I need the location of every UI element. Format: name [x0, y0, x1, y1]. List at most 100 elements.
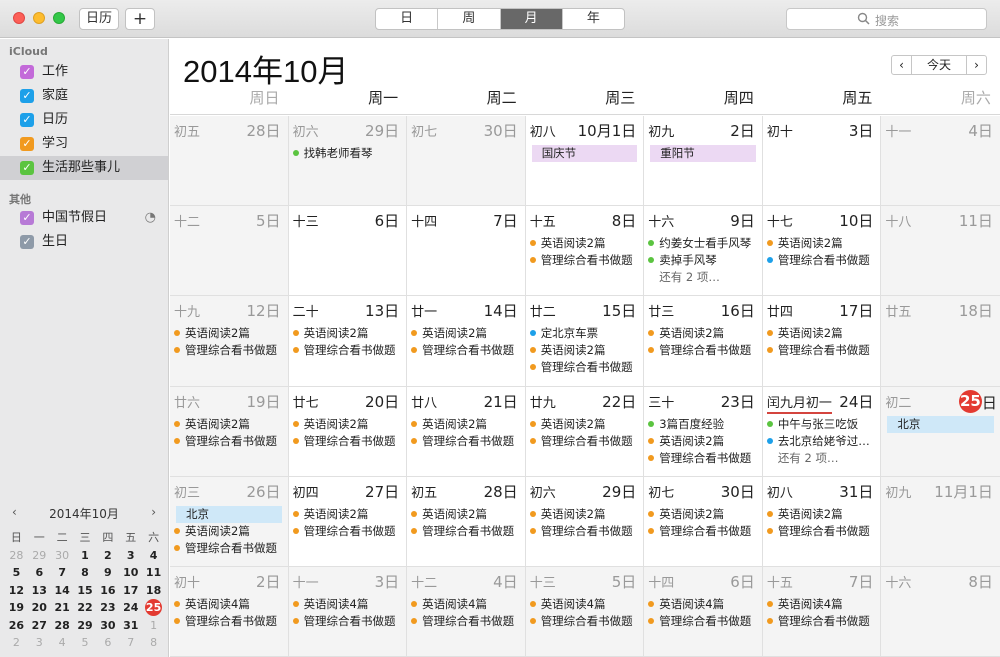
mini-day[interactable]: 5 [74, 634, 97, 652]
event-item[interactable]: 英语阅读4篇 [529, 596, 642, 613]
event-item[interactable]: 英语阅读2篇 [411, 506, 523, 523]
event-item[interactable]: 管理综合看书做题 [411, 523, 523, 540]
add-event-button[interactable]: + [125, 8, 155, 30]
event-item[interactable]: 英语阅读2篇 [292, 325, 405, 342]
event-item[interactable]: 管理综合看书做题 [292, 342, 405, 359]
day-cell[interactable]: 十八 11日 [881, 206, 1000, 296]
day-cell[interactable]: 廿八 21日 英语阅读2篇 管理综合看书做题 [407, 386, 526, 476]
calendar-checkbox[interactable]: ✓ [20, 113, 34, 127]
day-cell[interactable]: 闰九月初一 24日 中午与张三吃饭 去北京给姥爷过… 还有 2 项… [762, 386, 882, 476]
mini-day[interactable]: 11 [142, 564, 165, 582]
day-cell[interactable]: 初九 11月1日 [881, 476, 1000, 566]
event-item[interactable]: 英语阅读4篇 [292, 596, 405, 613]
mini-day[interactable]: 7 [51, 564, 74, 582]
day-cell[interactable]: 十三 6日 [288, 206, 408, 296]
day-cell[interactable]: 十九 12日 英语阅读2篇 管理综合看书做题 [170, 296, 289, 386]
day-cell[interactable]: 初八 10月1日 国庆节 [525, 116, 645, 206]
day-cell[interactable]: 十七 10日 英语阅读2篇 管理综合看书做题 [762, 206, 882, 296]
mini-day[interactable]: 20 [28, 599, 51, 617]
mini-day[interactable]: 15 [74, 582, 97, 600]
event-item[interactable]: 管理综合看书做题 [174, 433, 286, 450]
day-cell[interactable]: 初十 2日 英语阅读4篇 管理综合看书做题 [170, 566, 289, 657]
more-events-link[interactable]: 还有 2 项… [767, 450, 879, 467]
mini-day[interactable]: 4 [51, 634, 74, 652]
mini-day[interactable]: 28 [5, 547, 28, 565]
view-day-tab[interactable]: 日 [376, 9, 439, 29]
event-item[interactable]: 管理综合看书做题 [174, 540, 286, 557]
day-cell[interactable]: 初六 29日 英语阅读2篇 管理综合看书做题 [525, 476, 645, 566]
event-item[interactable]: 英语阅读2篇 [174, 416, 286, 433]
mini-day[interactable]: 18 [142, 582, 165, 600]
day-cell[interactable]: 十一 3日 英语阅读4篇 管理综合看书做题 [288, 566, 408, 657]
event-item[interactable]: 管理综合看书做题 [529, 252, 642, 269]
event-item[interactable]: 管理综合看书做题 [411, 613, 523, 630]
mini-day[interactable]: 23 [96, 599, 119, 617]
event-item[interactable]: 管理综合看书做题 [529, 613, 642, 630]
day-cell[interactable]: 初五 28日 [170, 116, 289, 206]
mini-day[interactable]: 21 [51, 599, 74, 617]
mini-day[interactable]: 8 [74, 564, 97, 582]
event-item[interactable]: 英语阅读2篇 [411, 325, 523, 342]
view-year-tab[interactable]: 年 [563, 9, 624, 29]
mini-day[interactable]: 6 [28, 564, 51, 582]
day-cell[interactable]: 十二 5日 [170, 206, 289, 296]
calendar-item[interactable]: ✓ 中国节假日 ◔ [0, 206, 168, 230]
maximize-window-button[interactable] [53, 12, 65, 24]
event-item[interactable]: 管理综合看书做题 [766, 252, 879, 269]
day-cell[interactable]: 廿九 22日 英语阅读2篇 管理综合看书做题 [525, 386, 645, 476]
all-day-event[interactable]: 北京 [176, 505, 282, 523]
mini-day[interactable]: 26 [5, 617, 28, 635]
event-item[interactable]: 英语阅读2篇 [174, 523, 286, 540]
event-item[interactable]: 定北京车票 [529, 325, 642, 342]
event-item[interactable]: 中午与张三吃饭 [766, 416, 879, 433]
event-item[interactable]: 英语阅读2篇 [766, 325, 879, 342]
event-item[interactable]: 管理综合看书做题 [766, 342, 879, 359]
day-cell[interactable]: 廿二 15日 定北京车票 英语阅读2篇 管理综合看书做题 [525, 296, 645, 386]
event-item[interactable]: 英语阅读2篇 [648, 506, 760, 523]
day-cell[interactable]: 初四 27日 英语阅读2篇 管理综合看书做题 [288, 476, 408, 566]
day-cell[interactable]: 十二 4日 英语阅读4篇 管理综合看书做题 [407, 566, 526, 657]
mini-day[interactable]: 1 [142, 617, 165, 635]
mini-day[interactable]: 24 [119, 599, 142, 617]
event-item[interactable]: 管理综合看书做题 [411, 433, 523, 450]
event-item[interactable]: 找韩老师看琴 [292, 145, 405, 162]
day-cell[interactable]: 廿一 14日 英语阅读2篇 管理综合看书做题 [407, 296, 526, 386]
mini-day[interactable]: 29 [28, 547, 51, 565]
mini-day-today[interactable]: 25 [142, 599, 165, 617]
all-day-event[interactable]: 国庆节 [531, 145, 638, 162]
day-cell[interactable]: 十六 9日 约姜女士看手风琴 卖掉手风琴 还有 2 项… [644, 206, 763, 296]
close-window-button[interactable] [13, 12, 25, 24]
day-cell[interactable]: 初六 29日 找韩老师看琴 [288, 116, 408, 206]
event-item[interactable]: 英语阅读2篇 [529, 416, 642, 433]
event-item[interactable]: 英语阅读4篇 [648, 596, 760, 613]
day-cell[interactable]: 十三 5日 英语阅读4篇 管理综合看书做题 [525, 566, 645, 657]
mini-day[interactable]: 22 [74, 599, 97, 617]
day-cell[interactable]: 初七 30日 英语阅读2篇 管理综合看书做题 [644, 476, 763, 566]
calendar-checkbox[interactable]: ✓ [20, 161, 34, 175]
mini-day[interactable]: 29 [74, 617, 97, 635]
calendar-item[interactable]: ✓ 家庭 [0, 84, 168, 108]
day-cell[interactable]: 初二 25 日北京 [881, 386, 1000, 476]
calendar-checkbox[interactable]: ✓ [20, 89, 34, 103]
event-item[interactable]: 英语阅读4篇 [174, 596, 286, 613]
event-item[interactable]: 英语阅读4篇 [411, 596, 523, 613]
calendar-item[interactable]: ✓ 工作 [0, 60, 168, 84]
event-item[interactable]: 管理综合看书做题 [648, 450, 760, 467]
mini-day[interactable]: 6 [96, 634, 119, 652]
day-cell[interactable]: 廿四 17日 英语阅读2篇 管理综合看书做题 [762, 296, 882, 386]
day-cell[interactable]: 初十 3日 [762, 116, 882, 206]
mini-next-month-button[interactable]: › [151, 505, 156, 519]
calendar-checkbox[interactable]: ✓ [20, 65, 34, 79]
mini-day[interactable]: 1 [74, 547, 97, 565]
minimize-window-button[interactable] [33, 12, 45, 24]
mini-day[interactable]: 16 [96, 582, 119, 600]
mini-day[interactable]: 31 [119, 617, 142, 635]
today-button[interactable]: 今天 [912, 55, 966, 75]
event-item[interactable]: 英语阅读2篇 [292, 506, 405, 523]
day-cell[interactable]: 初七 30日 [407, 116, 526, 206]
view-week-tab[interactable]: 周 [438, 9, 501, 29]
day-cell[interactable]: 十四 7日 [407, 206, 526, 296]
day-cell[interactable]: 初三 26日 北京 英语阅读2篇 管理综合看书做题 [170, 476, 289, 566]
event-item[interactable]: 管理综合看书做题 [529, 359, 642, 376]
event-item[interactable]: 英语阅读2篇 [174, 325, 286, 342]
